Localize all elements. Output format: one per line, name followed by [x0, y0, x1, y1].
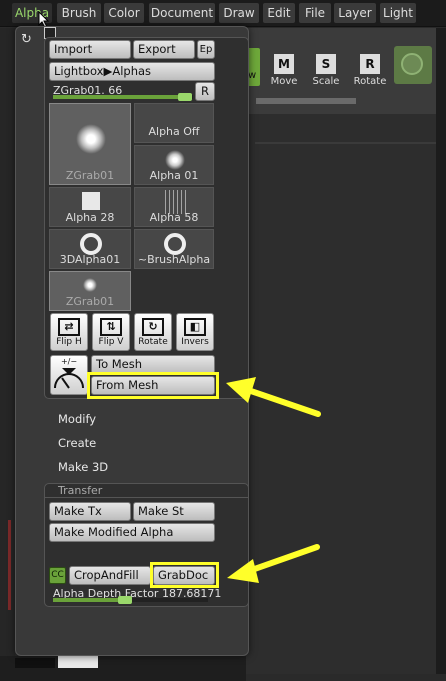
alpha-tile-caption: 3DAlpha01: [59, 253, 121, 266]
alpha-zgrab-small-preview-icon: [83, 278, 97, 292]
menu-light[interactable]: Light: [380, 3, 416, 23]
crop-and-fill-button[interactable]: CropAndFill: [69, 566, 151, 585]
cc-toggle[interactable]: CC: [49, 567, 66, 584]
lightbox-alphas-button[interactable]: Lightbox▶Alphas: [49, 62, 215, 81]
move-label: Move: [270, 76, 298, 87]
transfer-title[interactable]: Transfer: [52, 484, 202, 498]
reset-r-button[interactable]: R: [195, 82, 215, 101]
alpha-tile-58[interactable]: Alpha 58: [134, 187, 214, 227]
shelf-slider[interactable]: [256, 98, 356, 104]
alpha-tile-caption: ZGrab01: [65, 295, 115, 308]
brush-alpha-ring-icon: [164, 233, 186, 255]
flip-v-button[interactable]: ⇅ Flip V: [92, 313, 130, 351]
grab-doc-arrow-icon: [227, 544, 320, 583]
alpha-tile-caption: ZGrab01: [65, 169, 115, 182]
flip-v-label: Flip V: [98, 337, 124, 347]
menu-layer[interactable]: Layer: [334, 3, 376, 23]
alpha-tile-caption: ~BrushAlpha: [137, 253, 211, 266]
midpoint-button[interactable]: +/−: [50, 355, 88, 395]
menu-document[interactable]: Document: [149, 3, 215, 23]
from-mesh-arrow-icon: [226, 377, 321, 417]
alpha-tile-zgrab01-small[interactable]: ZGrab01: [49, 271, 131, 311]
invert-button[interactable]: ◧ Invers: [176, 313, 214, 351]
left-tray-indicator: [8, 520, 11, 610]
flip-h-button[interactable]: ⇄ Flip H: [50, 313, 88, 351]
alpha-3d-ring-icon: [80, 233, 102, 255]
create-item[interactable]: Create: [58, 436, 96, 450]
grab-doc-highlight: [150, 562, 219, 588]
rotate-label: Rotate: [138, 337, 168, 347]
alpha-tile-caption: Alpha 01: [149, 169, 199, 182]
import-button[interactable]: Import: [49, 40, 131, 59]
alpha-tile-28[interactable]: Alpha 28: [49, 187, 131, 227]
alpha-28-preview-icon: [82, 192, 100, 210]
flip-vertical-icon: ⇅: [100, 318, 122, 336]
right-tray: [436, 28, 446, 674]
menu-draw[interactable]: Draw: [219, 3, 259, 23]
canvas-divider: [255, 142, 446, 144]
alpha-tile-off[interactable]: Alpha Off: [134, 103, 214, 143]
make-modified-alpha-button[interactable]: Make Modified Alpha: [49, 523, 215, 542]
rotate-button[interactable]: ↻ Rotate: [134, 313, 172, 351]
midpoint-gauge-icon: [54, 368, 84, 389]
scale-tool-button[interactable]: S Scale: [308, 48, 344, 100]
alpha-depth-factor-fill: [53, 598, 125, 602]
flip-h-label: Flip H: [56, 337, 82, 347]
flip-horizontal-icon: ⇄: [58, 318, 80, 336]
move-tool-button[interactable]: M Move: [266, 48, 302, 100]
material-sphere-icon: [401, 53, 423, 75]
menu-bar: Alpha Brush Color Document Draw Edit Fil…: [0, 0, 446, 27]
invert-label: Invers: [181, 337, 209, 347]
menu-brush[interactable]: Brush: [57, 3, 101, 23]
scale-label: Scale: [312, 76, 340, 87]
invert-icon: ◧: [184, 318, 206, 336]
make-3d-item[interactable]: Make 3D: [58, 460, 108, 474]
rotate-label: Rotate: [353, 76, 387, 87]
pin-icon[interactable]: ↻: [21, 33, 35, 47]
alpha-tile-caption: Alpha Off: [148, 125, 200, 138]
rotate-icon: ↻: [142, 318, 164, 336]
move-icon: M: [274, 54, 294, 74]
alpha-depth-factor-knob[interactable]: [118, 596, 132, 604]
bottom-swatch[interactable]: [15, 658, 55, 668]
transfer-divider: [44, 497, 249, 498]
make-st-button[interactable]: Make St: [133, 502, 215, 521]
midpoint-label: +/−: [60, 357, 78, 366]
alpha-01-preview-icon: [165, 150, 185, 170]
alpha-tile-3dalpha01[interactable]: 3DAlpha01: [49, 229, 131, 269]
alpha-tile-brushalpha[interactable]: ~BrushAlpha: [134, 229, 214, 269]
draw-mode-label: w: [248, 70, 257, 81]
modify-item[interactable]: Modify: [58, 412, 96, 426]
make-tx-button[interactable]: Make Tx: [49, 502, 131, 521]
current-alpha-slider-fill: [53, 95, 188, 99]
bottom-button[interactable]: [58, 656, 98, 668]
menu-edit[interactable]: Edit: [263, 3, 295, 23]
export-button[interactable]: Export: [133, 40, 195, 59]
alpha-tile-caption: Alpha 58: [149, 211, 199, 224]
menu-color[interactable]: Color: [104, 3, 144, 23]
current-alpha-slider-knob[interactable]: [178, 93, 192, 101]
rotate-tool-button[interactable]: R Rotate: [352, 48, 388, 100]
alpha-tile-01[interactable]: Alpha 01: [134, 145, 214, 185]
from-mesh-highlight: [87, 372, 219, 399]
rotate-icon: R: [360, 54, 380, 74]
menu-file[interactable]: File: [299, 3, 331, 23]
alpha-tile-caption: Alpha 28: [65, 211, 115, 224]
scale-icon: S: [316, 54, 336, 74]
alpha-tile-zgrab01-large[interactable]: ZGrab01: [49, 103, 131, 185]
material-thumbnail[interactable]: [394, 46, 432, 84]
ep-button[interactable]: Ep: [197, 40, 215, 59]
alpha-zgrab-preview-icon: [76, 124, 106, 154]
